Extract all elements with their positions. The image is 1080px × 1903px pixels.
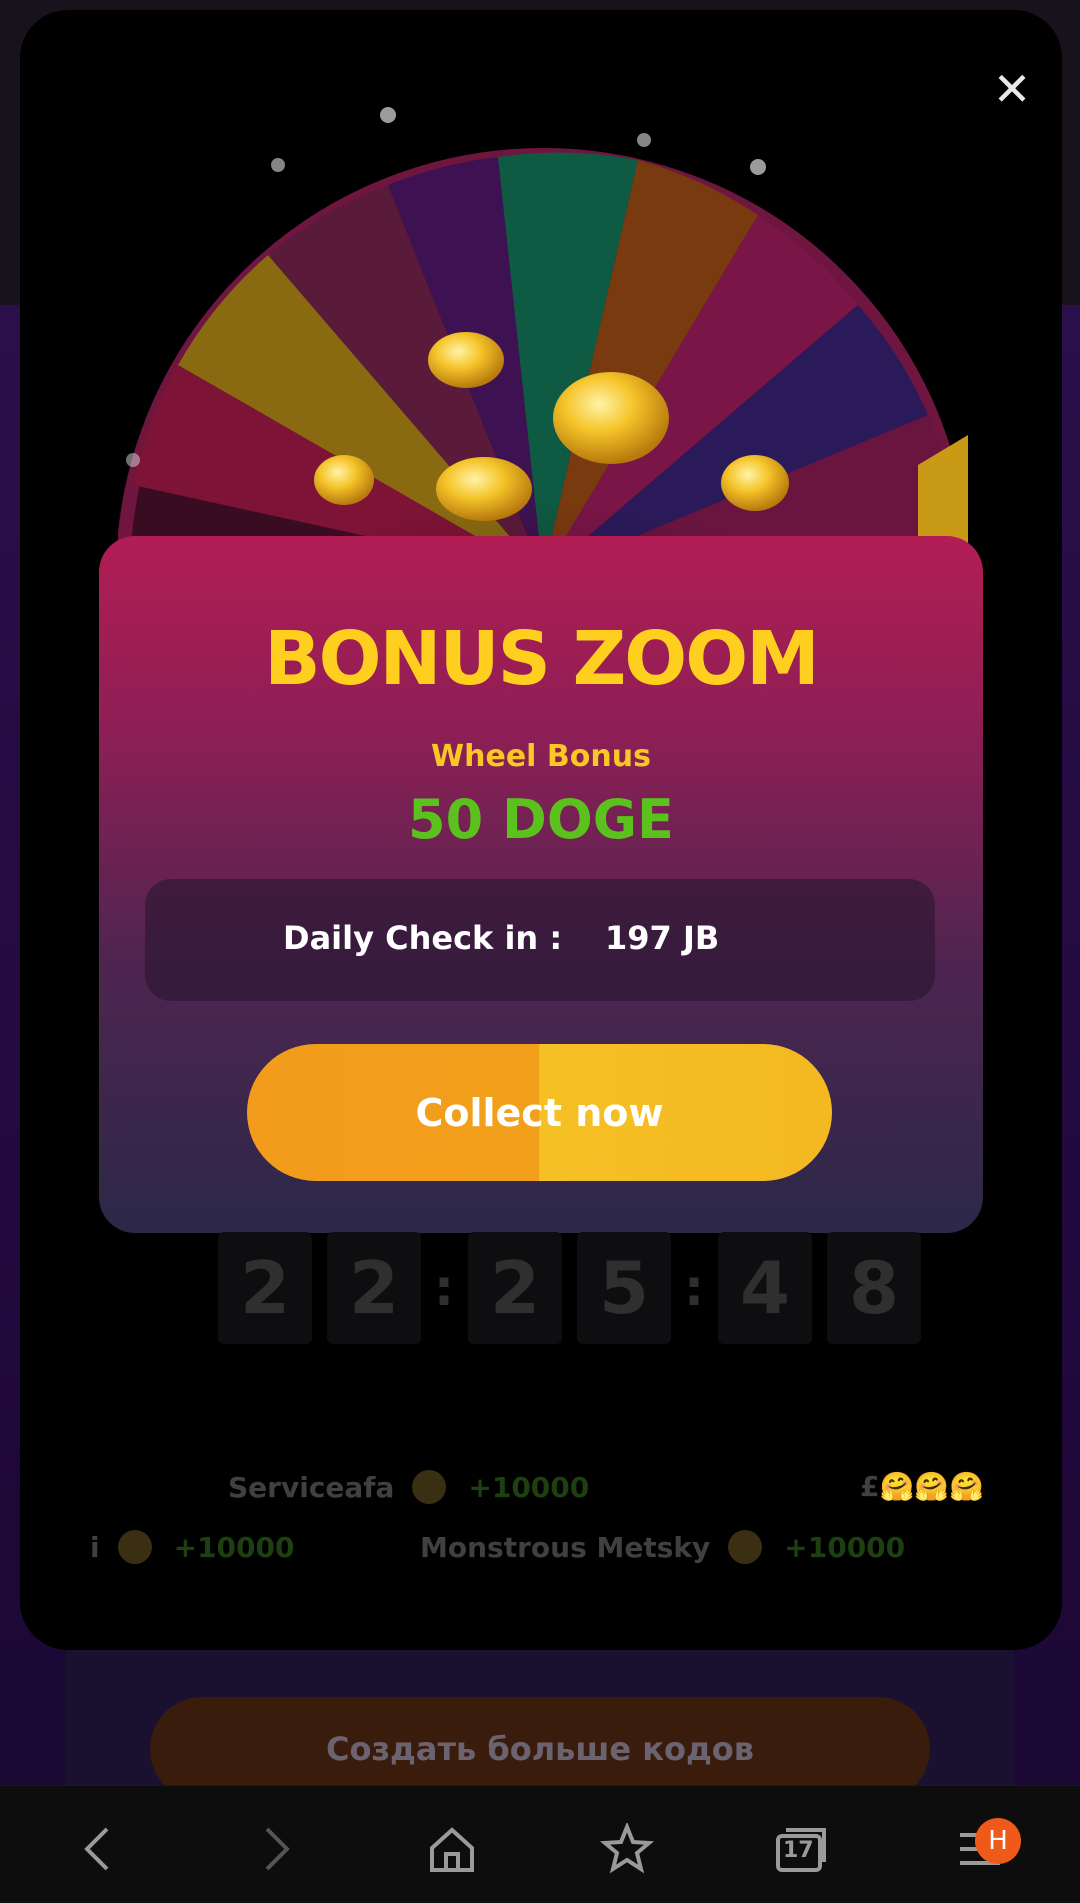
ticker-item: i +10000 (90, 1530, 294, 1564)
tabs-icon[interactable]: 17 (767, 1814, 837, 1884)
forward-icon[interactable] (242, 1814, 312, 1884)
wheel-svg (118, 107, 968, 565)
daily-checkin-box: Daily Check in : 197 JB (145, 879, 935, 1001)
bonus-card: BONUS ZOOM Wheel Bonus 50 DOGE Daily Che… (99, 536, 983, 1233)
browser-navbar: 17 (0, 1785, 1080, 1903)
ticker-name: Serviceafa (228, 1470, 395, 1504)
timer-digit: 2 (218, 1232, 312, 1344)
ticker-item: £🤗🤗🤗 (860, 1470, 984, 1503)
bonus-subtitle: Wheel Bonus (431, 739, 651, 774)
ticker-item: Serviceafa +10000 (228, 1470, 589, 1504)
bonus-modal: ✕ BONUS ZOOM Wheel Bonus 50 DOGE Daily C… (20, 10, 1062, 1650)
ticker-amount: +10000 (468, 1470, 590, 1504)
bookmarks-icon[interactable] (592, 1814, 662, 1884)
tabs-count: 17 (783, 1838, 814, 1863)
close-icon[interactable]: ✕ (987, 64, 1037, 114)
page: Создать больше кодов ✕ BONUS ZOOM Wheel … (0, 0, 1080, 1903)
coin-icon (117, 1530, 152, 1564)
ticker-item: Monstrous Metsky +10000 (420, 1530, 905, 1564)
timer-separator: : (684, 1259, 704, 1317)
timer-digit: 5 (577, 1232, 671, 1344)
countdown-timer: 2 2 : 2 5 : 4 8 (218, 1232, 936, 1344)
winners-ticker: Serviceafa +10000 £🤗🤗🤗 i +10000 Monstrou… (90, 1450, 1020, 1590)
wheel-illustration (118, 105, 968, 565)
home-icon[interactable] (417, 1814, 487, 1884)
ticker-amount: +10000 (173, 1530, 295, 1564)
ticker-name: £🤗🤗🤗 (860, 1470, 985, 1503)
back-icon[interactable] (62, 1814, 132, 1884)
timer-digit: 2 (468, 1232, 562, 1344)
timer-digit: 4 (718, 1232, 812, 1344)
timer-digit: 8 (827, 1232, 921, 1344)
collect-now-button[interactable]: Collect now (247, 1044, 832, 1181)
profile-badge[interactable]: H (975, 1818, 1021, 1864)
timer-separator: : (434, 1259, 454, 1317)
ticker-amount: +10000 (784, 1530, 906, 1564)
checkin-label: Daily Check in : (283, 919, 563, 957)
ticker-name: i (90, 1530, 100, 1564)
bonus-title: BONUS ZOOM (264, 616, 820, 702)
ticker-name: Monstrous Metsky (420, 1530, 711, 1564)
coin-icon (728, 1530, 763, 1564)
bonus-amount: 50 DOGE (408, 788, 674, 851)
coin-icon (412, 1470, 447, 1504)
timer-digit: 2 (327, 1232, 421, 1344)
checkin-value: 197 JB (605, 919, 720, 957)
